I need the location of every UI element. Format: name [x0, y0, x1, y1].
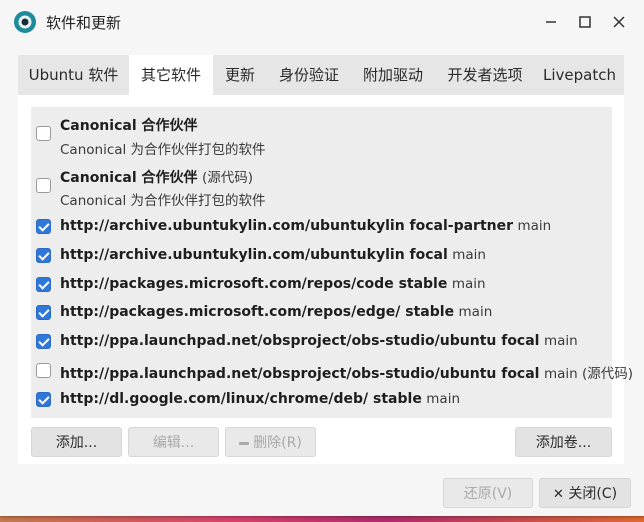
tab-ubuntu-software[interactable]: Ubuntu 软件 — [18, 55, 129, 95]
tab-other-software[interactable]: 其它软件 — [129, 55, 213, 95]
minimize-button[interactable] — [539, 10, 563, 34]
source-suffix: main — [517, 218, 552, 234]
tab-bar: Ubuntu 软件 其它软件 更新 身份验证 附加驱动 开发者选项 Livepa… — [18, 55, 624, 95]
list-item[interactable]: http://archive.ubuntukylin.com/ubuntukyl… — [31, 216, 612, 240]
tab-authentication[interactable]: 身份验证 — [267, 55, 351, 95]
source-description: Canonical 为合作伙伴打包的软件 — [60, 142, 266, 158]
source-checkbox[interactable] — [36, 305, 51, 320]
source-suffix: main — [543, 333, 578, 349]
list-item[interactable]: http://packages.microsoft.com/repos/code… — [31, 274, 612, 298]
title-bar: 软件和更新 — [0, 0, 644, 44]
tab-livepatch[interactable]: Livepatch — [535, 55, 624, 95]
list-item[interactable]: http://dl.google.com/linux/chrome/deb/ s… — [31, 389, 612, 413]
source-suffix: main (源代码) — [543, 366, 633, 382]
source-checkbox[interactable] — [36, 334, 51, 349]
source-title: Canonical 合作伙伴 — [60, 170, 198, 186]
source-checkbox[interactable] — [36, 277, 51, 292]
source-title: http://ppa.launchpad.net/obsproject/obs-… — [60, 366, 540, 382]
source-suffix: main — [451, 276, 486, 292]
source-checkbox[interactable] — [36, 178, 51, 193]
source-suffix: main — [458, 304, 493, 320]
source-title: http://packages.microsoft.com/repos/code… — [60, 276, 448, 292]
add-volume-button[interactable]: 添加卷... — [515, 427, 612, 457]
close-window-button[interactable] — [607, 10, 631, 34]
remove-source-label: 删除(R) — [253, 435, 302, 451]
minus-icon — [239, 441, 250, 445]
software-sources-list: Canonical 合作伙伴 Canonical 为合作伙伴打包的软件 Cano… — [31, 107, 633, 418]
list-item[interactable]: http://ppa.launchpad.net/obsproject/obs-… — [31, 360, 633, 384]
software-updates-app-icon — [14, 11, 36, 33]
edit-source-button[interactable]: 编辑... — [128, 427, 219, 457]
source-title: http://ppa.launchpad.net/obsproject/obs-… — [60, 333, 540, 349]
source-title: http://archive.ubuntukylin.com/ubuntukyl… — [60, 218, 514, 234]
revert-button[interactable]: 还原(V) — [443, 478, 533, 508]
list-item[interactable]: http://ppa.launchpad.net/obsproject/obs-… — [31, 331, 612, 355]
list-item[interactable]: Canonical 合作伙伴 (源代码) Canonical 为合作伙伴打包的软… — [31, 158, 612, 209]
list-item[interactable]: http://archive.ubuntukylin.com/ubuntukyl… — [31, 245, 612, 269]
close-icon — [613, 16, 625, 28]
close-button-label: 关闭(C) — [568, 486, 618, 502]
source-title: http://archive.ubuntukylin.com/ubuntukyl… — [60, 247, 448, 263]
source-checkbox[interactable] — [36, 248, 51, 263]
source-suffix: main — [426, 391, 461, 407]
list-item[interactable]: Canonical 合作伙伴 Canonical 为合作伙伴打包的软件 — [31, 107, 612, 158]
window-title: 软件和更新 — [46, 14, 122, 32]
close-icon: ✕ — [552, 487, 564, 502]
minimize-icon — [546, 21, 556, 23]
remove-source-button[interactable]: 删除(R) — [225, 427, 316, 457]
tab-additional-drivers[interactable]: 附加驱动 — [351, 55, 435, 95]
close-button[interactable]: ✕ 关闭(C) — [539, 478, 631, 508]
maximize-icon — [579, 16, 591, 28]
source-suffix: main — [452, 247, 486, 263]
source-title: http://packages.microsoft.com/repos/edge… — [60, 304, 455, 320]
source-title: Canonical 合作伙伴 — [60, 118, 198, 134]
source-checkbox[interactable] — [36, 219, 51, 234]
maximize-button[interactable] — [573, 10, 597, 34]
source-checkbox[interactable] — [36, 363, 51, 378]
add-source-button[interactable]: 添加... — [31, 427, 122, 457]
source-title: http://dl.google.com/linux/chrome/deb/ s… — [60, 391, 422, 407]
tab-updates[interactable]: 更新 — [213, 55, 267, 95]
source-description: Canonical 为合作伙伴打包的软件 — [60, 193, 266, 209]
list-item[interactable]: http://packages.microsoft.com/repos/edge… — [31, 302, 612, 326]
source-suffix: (源代码) — [201, 170, 253, 186]
source-checkbox[interactable] — [36, 126, 51, 141]
source-checkbox[interactable] — [36, 392, 51, 407]
tab-developer-options[interactable]: 开发者选项 — [435, 55, 535, 95]
software-updates-window: 软件和更新 Ubuntu 软件 其它软件 更新 身份验证 附加驱动 开发者选项 … — [0, 0, 644, 516]
